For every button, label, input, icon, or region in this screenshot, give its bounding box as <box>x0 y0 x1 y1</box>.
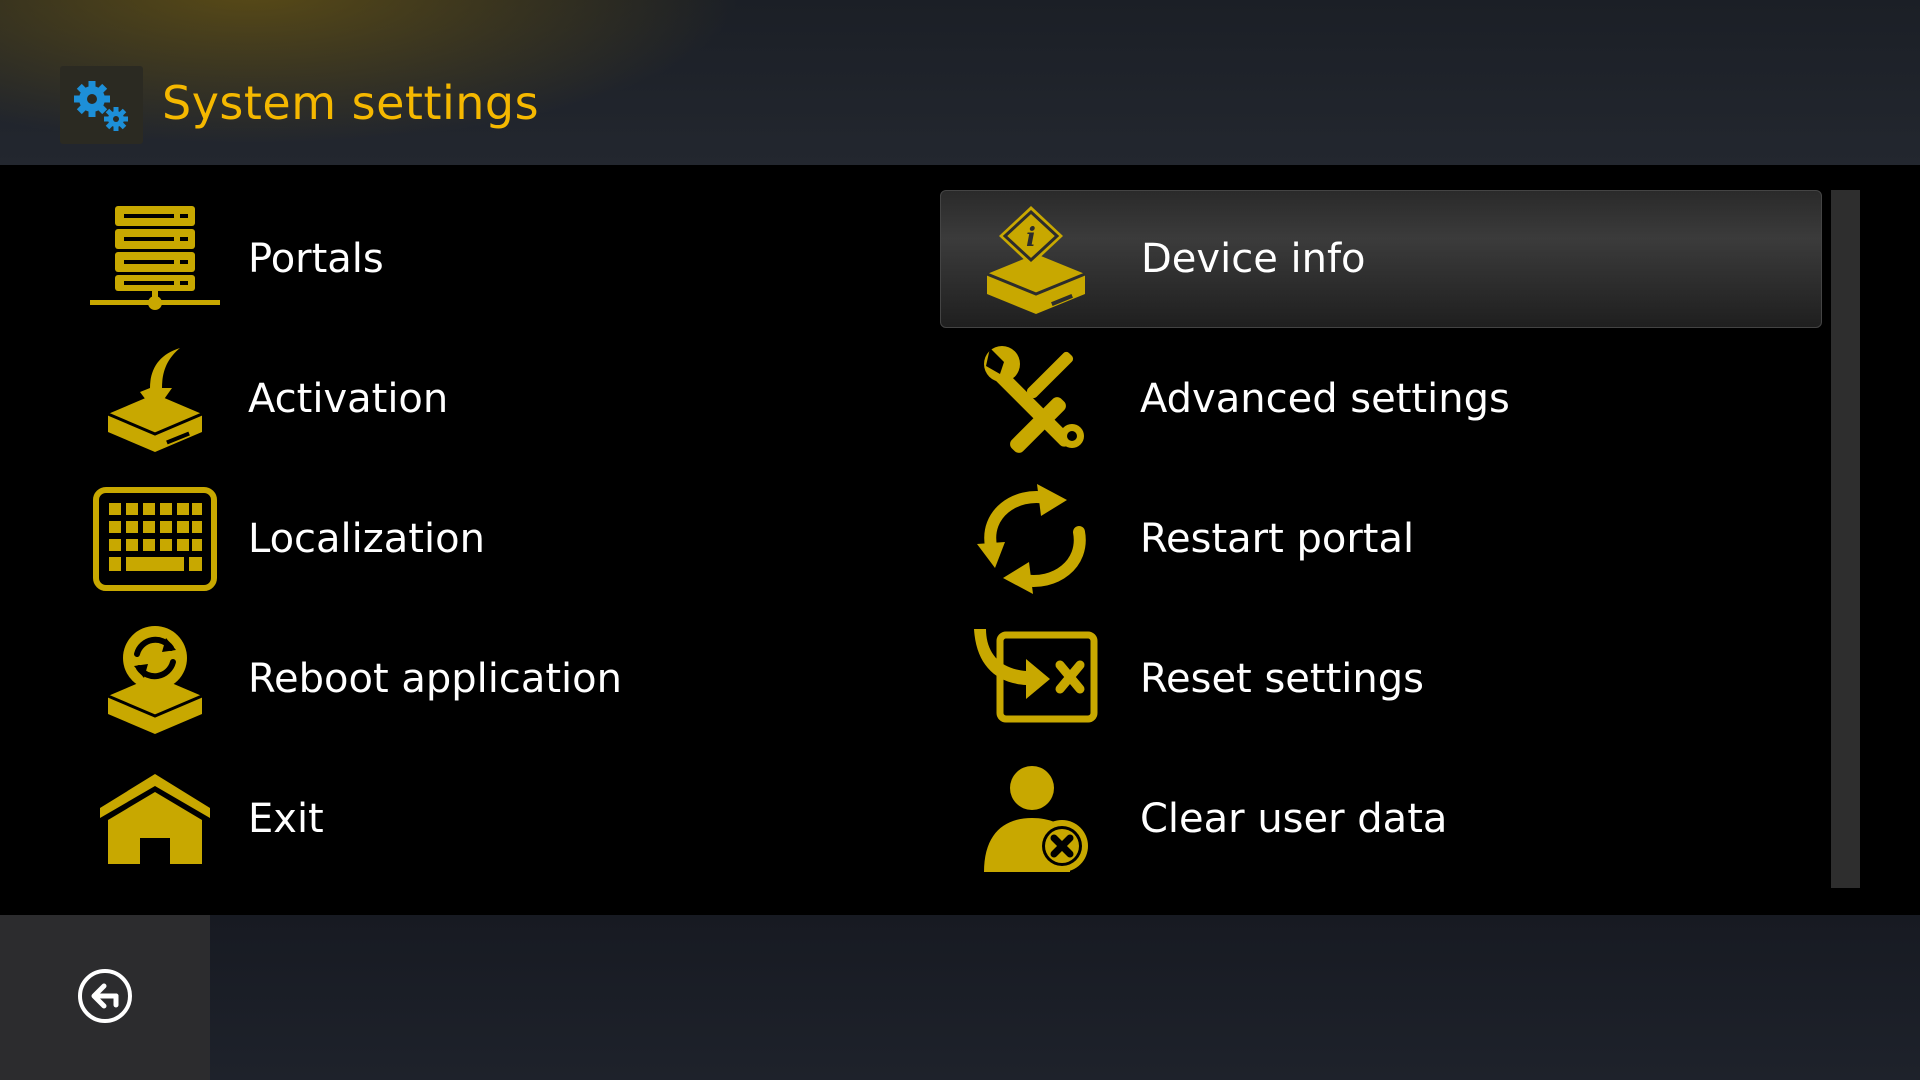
back-icon <box>76 967 134 1029</box>
restart-icon <box>960 479 1110 599</box>
menu-item-exit[interactable]: Exit <box>60 750 880 888</box>
keyboard-icon <box>80 479 230 599</box>
menu-item-label: Reset settings <box>1140 656 1424 702</box>
clear-user-icon <box>960 759 1110 879</box>
scrollbar[interactable] <box>1831 190 1860 888</box>
page-title: System settings <box>162 76 540 130</box>
gears-icon <box>60 66 143 144</box>
activation-icon <box>80 339 230 459</box>
menu-item-label: Exit <box>248 796 324 842</box>
settings-menu: Portals Activation Localization Reboot a… <box>0 165 1920 915</box>
menu-item-label: Advanced settings <box>1140 376 1510 422</box>
home-icon <box>80 759 230 879</box>
menu-item-label: Restart portal <box>1140 516 1415 562</box>
menu-item-label: Localization <box>248 516 485 562</box>
reboot-icon <box>80 619 230 739</box>
menu-item-restart-portal[interactable]: Restart portal <box>940 470 1822 608</box>
menu-item-clear-user-data[interactable]: Clear user data <box>940 750 1822 888</box>
back-button[interactable] <box>0 915 210 1080</box>
device-info-icon: i <box>961 199 1111 319</box>
menu-item-label: Device info <box>1141 236 1366 282</box>
menu-item-label: Clear user data <box>1140 796 1448 842</box>
menu-item-label: Reboot application <box>248 656 622 702</box>
menu-item-activation[interactable]: Activation <box>60 330 880 468</box>
menu-item-label: Portals <box>248 236 384 282</box>
menu-item-reset-settings[interactable]: Reset settings <box>940 610 1822 748</box>
menu-item-device-info[interactable]: i Device info <box>940 190 1822 328</box>
svg-text:i: i <box>1026 223 1036 253</box>
menu-item-reboot-application[interactable]: Reboot application <box>60 610 880 748</box>
menu-item-localization[interactable]: Localization <box>60 470 880 608</box>
server-icon <box>80 199 230 319</box>
menu-item-advanced-settings[interactable]: Advanced settings <box>940 330 1822 468</box>
reset-icon <box>960 619 1110 739</box>
tools-icon <box>960 339 1110 459</box>
header: System settings <box>0 0 1920 165</box>
menu-item-portals[interactable]: Portals <box>60 190 880 328</box>
footer <box>0 915 1920 1080</box>
menu-item-label: Activation <box>248 376 449 422</box>
